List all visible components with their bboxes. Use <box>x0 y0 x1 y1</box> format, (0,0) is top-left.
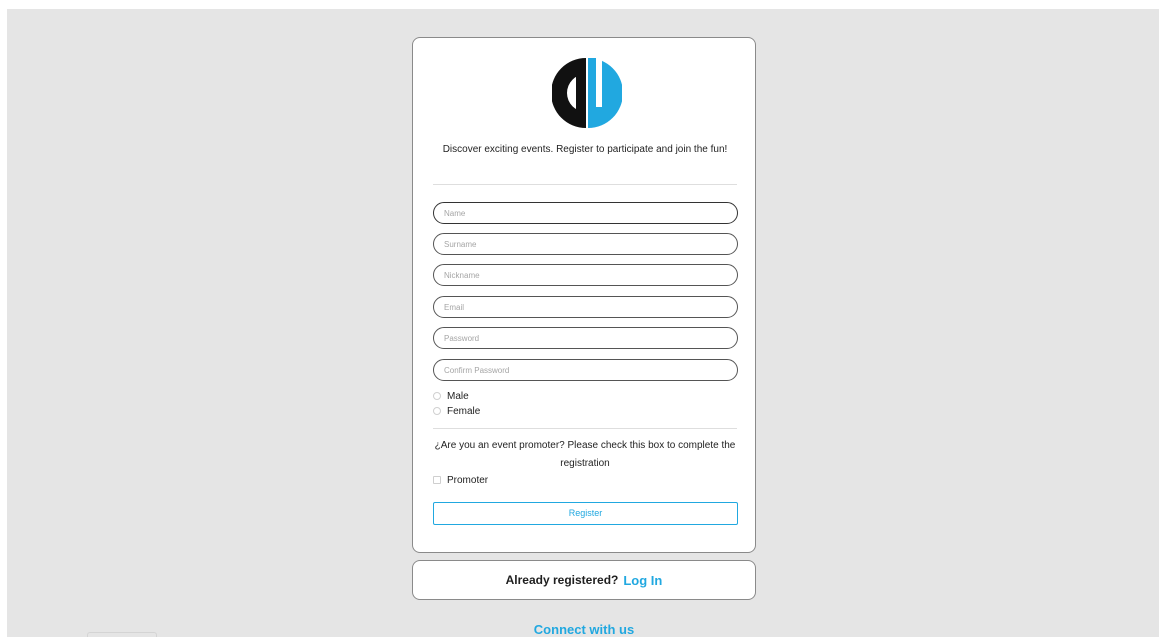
female-label: Female <box>447 405 481 417</box>
promoter-question: ¿Are you an event promoter? Please check… <box>434 440 736 469</box>
faint-widget <box>87 632 157 637</box>
cu-logo-icon <box>552 58 622 128</box>
name-input[interactable] <box>433 202 738 224</box>
registration-card: Discover exciting events. Register to pa… <box>412 37 756 553</box>
nickname-input[interactable] <box>433 264 738 286</box>
gender-male-option[interactable]: Male <box>433 389 469 403</box>
email-input[interactable] <box>433 296 738 318</box>
register-button[interactable]: Register <box>433 502 738 525</box>
promoter-label: Promoter <box>447 474 489 486</box>
connect-heading: Connect with us <box>533 622 635 637</box>
male-radio[interactable] <box>433 392 441 400</box>
promoter-option[interactable]: Promoter <box>433 473 488 487</box>
male-label: Male <box>447 390 469 402</box>
top-divider <box>433 184 737 185</box>
promoter-checkbox[interactable] <box>433 476 441 484</box>
tagline-text: Discover exciting events. Register to pa… <box>442 144 728 155</box>
password-input[interactable] <box>433 327 738 349</box>
surname-input[interactable] <box>433 233 738 255</box>
login-link[interactable]: Log In <box>623 573 662 588</box>
login-prompt: Already registered? <box>505 573 619 587</box>
female-radio[interactable] <box>433 407 441 415</box>
confirm-password-input[interactable] <box>433 359 738 381</box>
gender-female-option[interactable]: Female <box>433 404 480 418</box>
login-card: Already registered? Log In <box>412 560 756 600</box>
middle-divider <box>433 428 737 429</box>
page-background: Discover exciting events. Register to pa… <box>7 9 1159 637</box>
